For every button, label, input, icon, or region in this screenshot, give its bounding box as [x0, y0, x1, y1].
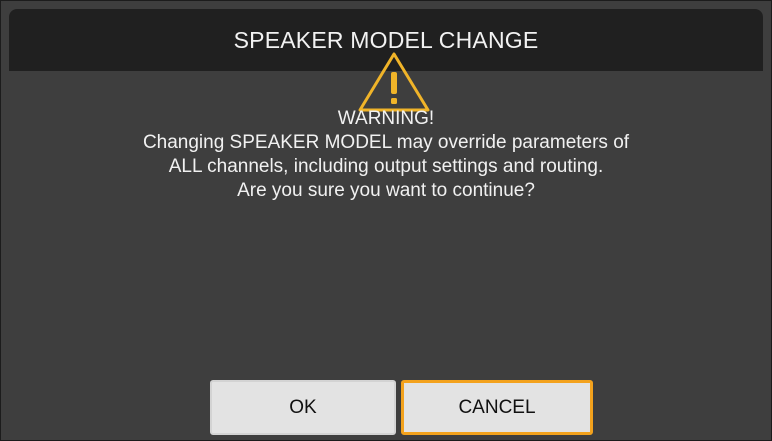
- warning-message: WARNING! Changing SPEAKER MODEL may over…: [1, 107, 771, 203]
- cancel-button[interactable]: CANCEL: [401, 380, 593, 435]
- warning-line-2: ALL channels, including output settings …: [168, 156, 604, 177]
- warning-line-3: Are you sure you want to continue?: [237, 180, 535, 201]
- warning-triangle-icon: [358, 52, 430, 112]
- speaker-model-change-dialog: SPEAKER MODEL CHANGE WARNING! Changing S…: [0, 0, 772, 441]
- warning-line-1: Changing SPEAKER MODEL may override para…: [142, 132, 630, 153]
- warning-heading: WARNING!: [337, 108, 435, 129]
- ok-button[interactable]: OK: [210, 380, 396, 435]
